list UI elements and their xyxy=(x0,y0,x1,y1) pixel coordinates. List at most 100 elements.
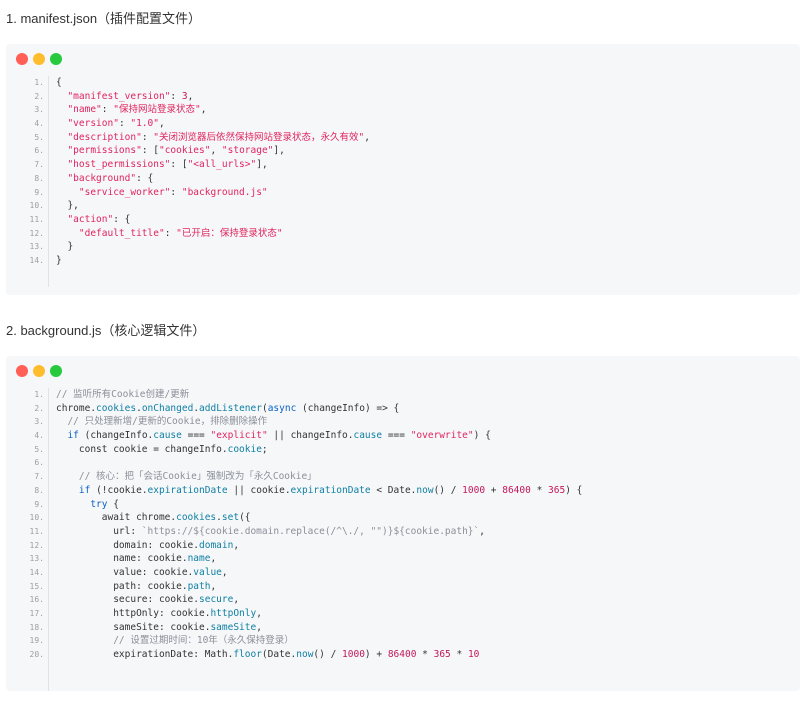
code-token: ) { xyxy=(565,484,583,496)
code-line: 2. "manifest_version": 3, xyxy=(6,90,800,104)
code-line: 5. "description": "关闭浏览器后依然保持网站登录状态，永久有效… xyxy=(6,131,800,145)
code-text: "default_title": "已开启：保持登录状态" xyxy=(56,227,283,241)
code-token: `https://${cookie.domain.replace(/^\./, … xyxy=(141,525,480,537)
code-token: , xyxy=(200,104,207,116)
code-token: value: cookie. xyxy=(56,566,194,578)
code-line: 18. sameSite: cookie.sameSite, xyxy=(6,621,800,635)
code-token: // 只处理新增/更新的Cookie，排除删除操作 xyxy=(67,416,268,428)
code-token: cause xyxy=(353,430,383,442)
code-token: }, xyxy=(56,200,79,212)
code-token: (!cookie. xyxy=(90,484,148,496)
code-token: ) { xyxy=(473,430,491,442)
code-token: : xyxy=(170,186,182,198)
code-token: || changeInfo. xyxy=(267,430,354,442)
code-token: 365 xyxy=(548,484,566,496)
code-text: "host_permissions": ["<all_urls>"], xyxy=(56,158,267,172)
code-token: name xyxy=(187,553,211,565)
code-token: + xyxy=(485,484,503,496)
code-line: 13. name: cookie.name, xyxy=(6,552,800,566)
line-number: 15. xyxy=(29,581,44,591)
code-token: "explicit" xyxy=(210,430,268,442)
code-text: try { xyxy=(56,498,119,512)
code-token: "background.js" xyxy=(181,186,268,198)
page: 1. manifest.json（插件配置文件） 1. {2. "manifest… xyxy=(0,0,800,716)
code-line: 11. "action": { xyxy=(6,213,800,227)
code-token: url: xyxy=(56,525,142,537)
code-text: chrome.cookies.onChanged.addListener(asy… xyxy=(56,402,399,416)
window-controls xyxy=(16,365,62,377)
code-token: await chrome. xyxy=(56,512,177,524)
section-heading-manifest: 1. manifest.json（插件配置文件） xyxy=(6,11,202,26)
code-token: { xyxy=(107,498,119,510)
code-line: 4. "version": "1.0", xyxy=(6,117,800,131)
code-token: : xyxy=(141,131,154,143)
code-block-manifest[interactable]: 1.{2. "manifest_version": 3, 3. "name": "… xyxy=(6,44,800,295)
code-line: 1. { xyxy=(6,76,800,90)
line-number: 11. xyxy=(29,214,44,224)
line-number: 10. xyxy=(29,513,44,523)
line-number: 17. xyxy=(29,609,44,618)
code-text: }, xyxy=(56,199,79,213)
code-text: path: cookie.path, xyxy=(56,580,216,594)
code-token: if xyxy=(67,430,79,442)
code-token: try xyxy=(90,498,108,510)
code-token: , xyxy=(256,621,262,633)
code-text: } xyxy=(56,254,62,268)
code-token: httpOnly: cookie. xyxy=(56,608,211,619)
code-token: expirationDate: Math. xyxy=(56,649,234,661)
code-token: 1000 xyxy=(342,649,365,661)
code-token: set xyxy=(221,512,240,524)
code-token: , xyxy=(479,525,485,537)
code-token: // 核心：把「会话Cookie」强制改为「永久Cookie」 xyxy=(78,471,317,483)
code-line: 14. value: cookie.value, xyxy=(6,566,800,580)
code-line: 19. // 设置过期时间：10年（永久保持登录） xyxy=(6,634,800,648)
code-line: 13. } xyxy=(6,240,800,254)
code-line: 9. "service_worker": "background.js" xyxy=(6,186,800,200)
code-text: name: cookie.name, xyxy=(56,552,216,566)
code-token: : xyxy=(170,90,182,102)
line-number: 10. xyxy=(29,201,44,211)
code-text: "background": { xyxy=(56,172,153,186)
code-line: 17. httpOnly: cookie.httpOnly, xyxy=(6,607,800,621)
code-token: addListener xyxy=(199,402,262,414)
code-token: "<all_urls>" xyxy=(187,159,257,171)
line-number: 16. xyxy=(29,595,44,605)
code-token: , xyxy=(210,145,222,157)
code-token: "保持网站登录状态" xyxy=(113,104,201,116)
code-line: 7. // 核心：把「会话Cookie」强制改为「永久Cookie」 xyxy=(6,470,800,484)
code-line: 3. // 只处理新增/更新的Cookie，排除删除操作 xyxy=(6,415,800,429)
code-token: cookie xyxy=(227,443,262,455)
code-token: () / xyxy=(433,484,463,496)
code-token: * xyxy=(450,649,468,661)
line-number: 4. xyxy=(34,431,44,441)
code-token: : [ xyxy=(170,159,188,171)
code-token: domain xyxy=(199,539,234,551)
code-text: sameSite: cookie.sameSite, xyxy=(56,621,262,635)
code-block-background[interactable]: 1. // 监听所有Cookie创建/更新 2. chrome.cookies.onC… xyxy=(6,356,800,691)
line-number: 3. xyxy=(34,417,44,427)
line-number: 20. xyxy=(29,650,44,660)
code-text: await chrome.cookies.set({ xyxy=(56,511,251,525)
code-text: httpOnly: cookie.httpOnly, xyxy=(56,607,262,621)
line-number: 6. xyxy=(34,458,44,468)
code-line: 6. "permissions": ["cookies", "storage"]… xyxy=(6,144,800,158)
code-token: "cookies" xyxy=(158,145,211,157)
code-token: , xyxy=(187,90,194,102)
code-token: , xyxy=(364,131,370,143)
code-text: "service_worker": "background.js" xyxy=(56,186,268,200)
code-text: if (changeInfo.cause === "explicit" || c… xyxy=(56,429,491,443)
code-text: expirationDate: Math.floor(Date.now() / … xyxy=(56,648,479,662)
code-line: 3. "name": "保持网站登录状态", xyxy=(6,103,800,117)
code-line: 12. "default_title": "已开启：保持登录状态" xyxy=(6,227,800,241)
code-token: chrome. xyxy=(56,402,97,414)
code-text: "permissions": ["cookies", "storage"], xyxy=(56,144,284,158)
code-token: ; xyxy=(261,443,268,455)
code-text: // 核心：把「会话Cookie」强制改为「永久Cookie」 xyxy=(56,470,317,484)
